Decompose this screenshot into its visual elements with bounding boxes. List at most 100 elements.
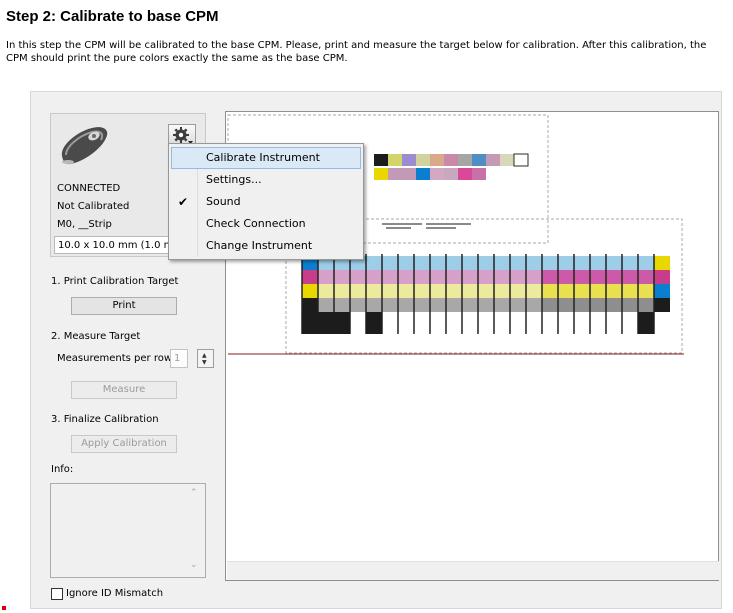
target-patch	[606, 270, 622, 284]
target-patch	[510, 270, 526, 284]
target-patch	[398, 270, 414, 284]
target-patch	[590, 244, 606, 256]
target-patch	[398, 256, 414, 270]
target-patch	[334, 284, 350, 298]
target-patch	[622, 284, 638, 298]
target-patch	[510, 284, 526, 298]
target-patch	[622, 298, 638, 312]
target-patch	[446, 284, 462, 298]
ignore-id-mismatch-label[interactable]: Ignore ID Mismatch	[66, 588, 163, 599]
target-patch	[414, 256, 430, 270]
target-patch	[590, 298, 606, 312]
target-patch	[606, 298, 622, 312]
target-patch	[590, 284, 606, 298]
scroll-down-icon[interactable]: ⌄	[190, 560, 198, 570]
target-patch	[590, 256, 606, 270]
target-patch	[302, 270, 318, 284]
target-patch	[366, 284, 382, 298]
target-patch	[510, 256, 526, 270]
upper-patch-row-1	[374, 153, 529, 167]
target-patch	[318, 298, 334, 312]
target-patch	[638, 256, 654, 270]
target-patch	[334, 270, 350, 284]
target-patch	[430, 270, 446, 284]
target-patch	[654, 270, 670, 284]
measurement-mode: M0, __Strip	[57, 219, 112, 230]
target-patch	[350, 298, 366, 312]
target-patch	[542, 270, 558, 284]
target-patch	[302, 284, 318, 298]
menu-item-calibrate-instrument[interactable]: Calibrate Instrument	[171, 147, 361, 169]
target-patch	[414, 284, 430, 298]
target-patch	[366, 298, 382, 312]
target-patch	[350, 270, 366, 284]
lower-target-tick-labels	[382, 223, 471, 229]
scroll-up-icon[interactable]: ⌃	[190, 488, 198, 498]
measure-step-label: 2. Measure Target	[51, 331, 141, 342]
target-patch	[654, 244, 670, 256]
target-patch	[478, 298, 494, 312]
calibration-status: Not Calibrated	[57, 201, 130, 212]
target-patch	[622, 244, 638, 256]
target-patch	[398, 284, 414, 298]
target-patch	[558, 256, 574, 270]
target-patch	[494, 244, 510, 256]
target-patch	[478, 270, 494, 284]
target-patch	[446, 244, 462, 256]
target-patch	[526, 298, 542, 312]
menu-item-check-connection[interactable]: Check Connection	[171, 213, 361, 235]
target-patch	[414, 270, 430, 284]
target-patch	[558, 244, 574, 256]
target-patch	[526, 284, 542, 298]
target-patch	[526, 244, 542, 256]
target-patch	[542, 298, 558, 312]
target-patch	[446, 256, 462, 270]
print-step-label: 1. Print Calibration Target	[51, 276, 179, 287]
target-patch	[398, 298, 414, 312]
target-patch	[654, 284, 670, 298]
target-patch	[334, 298, 350, 312]
instrument-options-menu: Calibrate Instrument Settings... ✔ Sound…	[168, 143, 364, 260]
menu-item-label: Calibrate Instrument	[206, 151, 320, 164]
measure-button[interactable]: Measure	[71, 381, 177, 399]
target-patch	[638, 244, 654, 256]
apply-calibration-button[interactable]: Apply Calibration	[71, 435, 177, 453]
target-patch	[366, 244, 382, 256]
target-patch	[478, 244, 494, 256]
info-label: Info:	[51, 464, 74, 475]
menu-item-change-instrument[interactable]: Change Instrument	[171, 235, 361, 257]
measurements-per-row-label: Measurements per row	[57, 353, 173, 364]
finalize-step-label: 3. Finalize Calibration	[51, 414, 159, 425]
target-patch	[638, 298, 654, 312]
target-patch	[382, 270, 398, 284]
target-black-block	[638, 312, 654, 334]
target-patch	[574, 256, 590, 270]
preview-horizontal-scrollbar[interactable]	[227, 561, 719, 580]
print-button[interactable]: Print	[71, 297, 177, 315]
info-scrollbar[interactable]: ⌃ ⌄	[185, 484, 205, 577]
target-patch	[462, 284, 478, 298]
target-patch	[494, 284, 510, 298]
target-patch	[526, 256, 542, 270]
ignore-id-mismatch-checkbox[interactable]	[51, 588, 63, 600]
target-patch	[590, 270, 606, 284]
target-patch	[462, 244, 478, 256]
measurements-per-row-input[interactable]: 1	[170, 349, 188, 368]
measurements-per-row-stepper[interactable]: ▲ ▼	[197, 349, 214, 368]
target-patch	[622, 270, 638, 284]
down-arrow-icon[interactable]: ▼	[202, 360, 207, 366]
target-patch	[366, 256, 382, 270]
target-patch	[542, 256, 558, 270]
target-patch	[494, 256, 510, 270]
target-patch	[318, 284, 334, 298]
menu-item-settings[interactable]: Settings...	[171, 169, 361, 191]
target-patch	[382, 298, 398, 312]
target-patch	[574, 244, 590, 256]
target-patch	[558, 270, 574, 284]
target-patch	[510, 298, 526, 312]
target-patch	[430, 298, 446, 312]
info-textarea[interactable]	[50, 483, 206, 578]
target-patch	[638, 270, 654, 284]
menu-item-sound[interactable]: ✔ Sound	[171, 191, 361, 213]
target-patch	[606, 256, 622, 270]
